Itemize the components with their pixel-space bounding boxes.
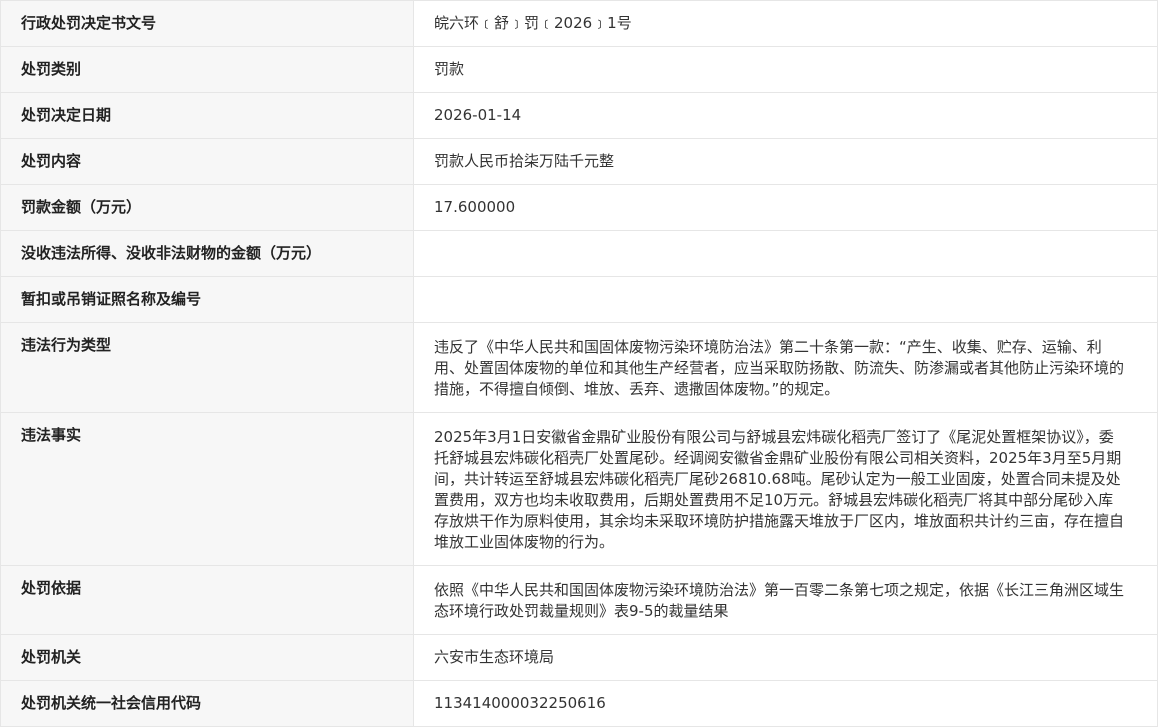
license-revocation-label: 暂扣或吊销证照名称及编号 [0, 276, 414, 323]
penalty-authority-label: 处罚机关 [0, 634, 414, 681]
decision-number-label: 行政处罚决定书文号 [0, 0, 414, 47]
penalty-authority-value: 六安市生态环境局 [413, 634, 1158, 681]
table-row: 罚款金额（万元） 17.600000 [0, 184, 1158, 231]
violation-type-value: 违反了《中华人民共和国固体废物污染环境防治法》第二十条第一款：“产生、收集、贮存… [413, 322, 1158, 413]
penalty-detail-table: 行政处罚决定书文号 皖六环﹝舒﹞罚﹝2026﹞1号 处罚类别 罚款 处罚决定日期… [0, 0, 1158, 727]
table-row: 处罚内容 罚款人民币拾柒万陆千元整 [0, 138, 1158, 185]
confiscation-amount-label: 没收违法所得、没收非法财物的金额（万元） [0, 230, 414, 277]
table-row: 处罚类别 罚款 [0, 46, 1158, 93]
decision-date-label: 处罚决定日期 [0, 92, 414, 139]
table-row: 违法事实 2025年3月1日安徽省金鼎矿业股份有限公司与舒城县宏炜碳化稻壳厂签订… [0, 412, 1158, 566]
table-row: 处罚决定日期 2026-01-14 [0, 92, 1158, 139]
confiscation-amount-value [413, 230, 1158, 277]
penalty-category-label: 处罚类别 [0, 46, 414, 93]
decision-number-value: 皖六环﹝舒﹞罚﹝2026﹞1号 [413, 0, 1158, 47]
penalty-category-value: 罚款 [413, 46, 1158, 93]
table-row: 处罚依据 依照《中华人民共和国固体废物污染环境防治法》第一百零二条第七项之规定，… [0, 565, 1158, 635]
table-row: 处罚机关 六安市生态环境局 [0, 634, 1158, 681]
penalty-content-label: 处罚内容 [0, 138, 414, 185]
violation-facts-value: 2025年3月1日安徽省金鼎矿业股份有限公司与舒城县宏炜碳化稻壳厂签订了《尾泥处… [413, 412, 1158, 566]
fine-amount-label: 罚款金额（万元） [0, 184, 414, 231]
license-revocation-value [413, 276, 1158, 323]
table-row: 没收违法所得、没收非法财物的金额（万元） [0, 230, 1158, 277]
table-row: 暂扣或吊销证照名称及编号 [0, 276, 1158, 323]
fine-amount-value: 17.600000 [413, 184, 1158, 231]
violation-facts-label: 违法事实 [0, 412, 414, 566]
penalty-basis-label: 处罚依据 [0, 565, 414, 635]
table-row: 行政处罚决定书文号 皖六环﹝舒﹞罚﹝2026﹞1号 [0, 0, 1158, 47]
violation-type-label: 违法行为类型 [0, 322, 414, 413]
penalty-content-value: 罚款人民币拾柒万陆千元整 [413, 138, 1158, 185]
table-row: 违法行为类型 违反了《中华人民共和国固体废物污染环境防治法》第二十条第一款：“产… [0, 322, 1158, 413]
penalty-basis-value: 依照《中华人民共和国固体废物污染环境防治法》第一百零二条第七项之规定，依据《长江… [413, 565, 1158, 635]
decision-date-value: 2026-01-14 [413, 92, 1158, 139]
